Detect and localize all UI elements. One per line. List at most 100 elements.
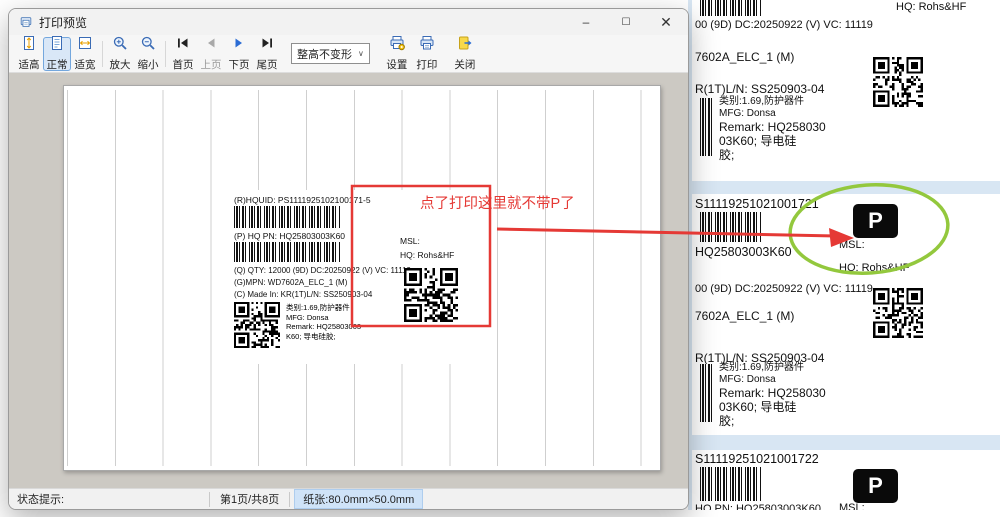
preview-detail-line: 类别:1.69,防护器件 (286, 303, 361, 313)
last-page-icon (259, 35, 275, 56)
statusbar-divider (289, 492, 290, 507)
annotation-text: 点了打印这里就不带P了 (420, 192, 575, 213)
preview-qty: (Q) QTY: 12000 (9D) DC:20250922 (V) VC: … (234, 266, 411, 275)
label2-hq: HQ: Rohs&HF (839, 262, 909, 274)
print-preview-window: 打印预览 – ☐ ✕ 适高 正常 适宽 放大 (8, 8, 689, 510)
preview-page: (R)HQUID: PS1111925102100171-5 (P) HQ PN… (63, 85, 661, 471)
status-hint-label: 状态提示: (9, 491, 209, 507)
preview-hquid: (R)HQUID: PS1111925102100171-5 (234, 195, 371, 205)
label2-barcode (700, 212, 762, 242)
preview-detail-line: K60; 导电硅胶; (286, 332, 361, 342)
zoom-out-icon (140, 35, 156, 56)
preview-qr-right (404, 268, 458, 322)
zoom-out-label: 缩小 (138, 57, 159, 72)
label3-p-logo: P (853, 469, 898, 503)
normal-zoom-button[interactable]: 正常 (43, 37, 71, 71)
printed-label-middle: S11119251021001721 P MSL: HQ25803003K60 … (692, 194, 1000, 435)
window-title: 打印预览 (39, 14, 87, 31)
label3-msl: MSL: (839, 502, 865, 510)
toolbar: 适高 正常 适宽 放大 缩小 首页 (9, 35, 688, 73)
label2-qty: 00 (9D) DC:20250922 (V) VC: 11119 (695, 283, 873, 295)
fit-height-button[interactable]: 适高 (15, 37, 43, 71)
label2-p-logo: P (853, 204, 898, 238)
label2-mpn: 7602A_ELC_1 (M) (695, 309, 794, 323)
label2-detail-line: 类别:1.69,防护器件 (719, 362, 826, 374)
prev-page-button[interactable]: 上页 (197, 37, 225, 71)
zoom-out-button[interactable]: 缩小 (134, 37, 162, 71)
label1-qr-code (873, 57, 923, 107)
label2-qr-code (873, 288, 923, 338)
preview-uid-barcode (234, 206, 340, 228)
page-indicator: 第1页/共8页 (210, 491, 289, 507)
preview-pn-barcode (234, 242, 340, 262)
zoom-in-button[interactable]: 放大 (106, 37, 134, 71)
settings-button[interactable]: 设置 (382, 37, 412, 71)
preview-details: 类别:1.69,防护器件 MFG: Donsa Remark: HQ258030… (286, 303, 361, 341)
printed-label-top: HQ: Rohs&HF 00 (9D) DC:20250922 (V) VC: … (692, 0, 1000, 181)
scale-mode-select[interactable]: 整高不变形 ∨ (291, 43, 370, 64)
settings-label: 设置 (386, 57, 407, 72)
label1-detail-line: MFG: Donsa (719, 108, 826, 120)
preview-qr-left (234, 302, 280, 348)
window-controls: – ☐ ✕ (566, 9, 686, 35)
preview-area: (R)HQUID: PS1111925102100171-5 (P) HQ PN… (9, 73, 688, 488)
fit-width-button[interactable]: 适宽 (71, 37, 99, 71)
chevron-down-icon: ∨ (358, 49, 364, 58)
normal-zoom-label: 正常 (47, 57, 68, 72)
label3-uid: S11119251021001722 (695, 452, 819, 466)
print-preview-app-icon (19, 15, 33, 29)
next-page-icon (231, 35, 247, 56)
first-page-label: 首页 (173, 57, 194, 72)
label1-mpn: 7602A_ELC_1 (M) (695, 50, 794, 64)
preview-msl: MSL: (400, 236, 420, 246)
fit-width-icon (77, 35, 93, 56)
label1-barcode (700, 0, 762, 16)
preview-pn: (P) HQ PN: HQ25803003K60 (234, 231, 345, 241)
toolbar-separator (102, 41, 103, 67)
statusbar: 状态提示: 第1页/共8页 纸张:80.0mm×50.0mm (9, 488, 688, 509)
label1-qty: 00 (9D) DC:20250922 (V) VC: 11119 (695, 19, 873, 31)
label2-details: 类别:1.69,防护器件 MFG: Donsa Remark: HQ258030… (719, 362, 826, 428)
printed-label-bottom: S11119251021001722 P HQ PN: HQ25803003K6… (692, 450, 1000, 510)
close-tool-label: 关闭 (454, 57, 475, 72)
first-page-icon (175, 35, 191, 56)
label1-ln: R(1T)L/N: SS250903-04 (695, 82, 824, 96)
preview-made-in: (C) Made In: KR(1T)L/N: SS250903-04 (234, 290, 372, 299)
label2-detail-line: MFG: Donsa (719, 374, 826, 386)
label1-detail-line: Remark: HQ258030 (719, 120, 826, 134)
label2-uid: S11119251021001721 (695, 197, 819, 211)
next-page-button[interactable]: 下页 (225, 37, 253, 71)
label2-side-barcode (700, 364, 714, 422)
minimize-button[interactable]: – (566, 9, 606, 35)
prev-page-icon (203, 35, 219, 56)
last-page-label: 尾页 (257, 57, 278, 72)
label1-side-barcode (700, 98, 714, 156)
label-sheet-background: HQ: Rohs&HF 00 (9D) DC:20250922 (V) VC: … (688, 0, 1000, 510)
close-button[interactable]: ✕ (646, 9, 686, 35)
prev-page-label: 上页 (201, 57, 222, 72)
zoom-in-label: 放大 (110, 57, 131, 72)
scale-mode-value: 整高不变形 (297, 46, 352, 62)
last-page-button[interactable]: 尾页 (253, 37, 281, 71)
maximize-button[interactable]: ☐ (606, 9, 646, 35)
zoom-in-icon (112, 35, 128, 56)
print-button[interactable]: 打印 (412, 37, 442, 71)
close-tool-button[interactable]: 关闭 (450, 37, 480, 71)
label2-pn: HQ25803003K60 (695, 245, 792, 259)
print-label: 打印 (416, 57, 437, 72)
label1-details: 类别:1.69,防护器件 MFG: Donsa Remark: HQ258030… (719, 96, 826, 162)
first-page-button[interactable]: 首页 (169, 37, 197, 71)
label2-detail-line: Remark: HQ258030 (719, 386, 826, 400)
label1-detail-line: 类别:1.69,防护器件 (719, 96, 826, 108)
next-page-label: 下页 (229, 57, 250, 72)
label1-detail-line: 03K60; 导电硅 (719, 134, 826, 148)
preview-hq: HQ: Rohs&HF (400, 250, 454, 260)
label2-detail-line: 胶; (719, 414, 826, 428)
toolbar-separator (165, 41, 166, 67)
label2-msl: MSL: (839, 239, 865, 251)
label1-hq: HQ: Rohs&HF (896, 1, 966, 13)
fit-height-label: 适高 (19, 57, 40, 72)
titlebar[interactable]: 打印预览 – ☐ ✕ (9, 9, 688, 35)
screen: HQ: Rohs&HF 00 (9D) DC:20250922 (V) VC: … (0, 0, 1000, 517)
printer-icon (419, 35, 435, 56)
